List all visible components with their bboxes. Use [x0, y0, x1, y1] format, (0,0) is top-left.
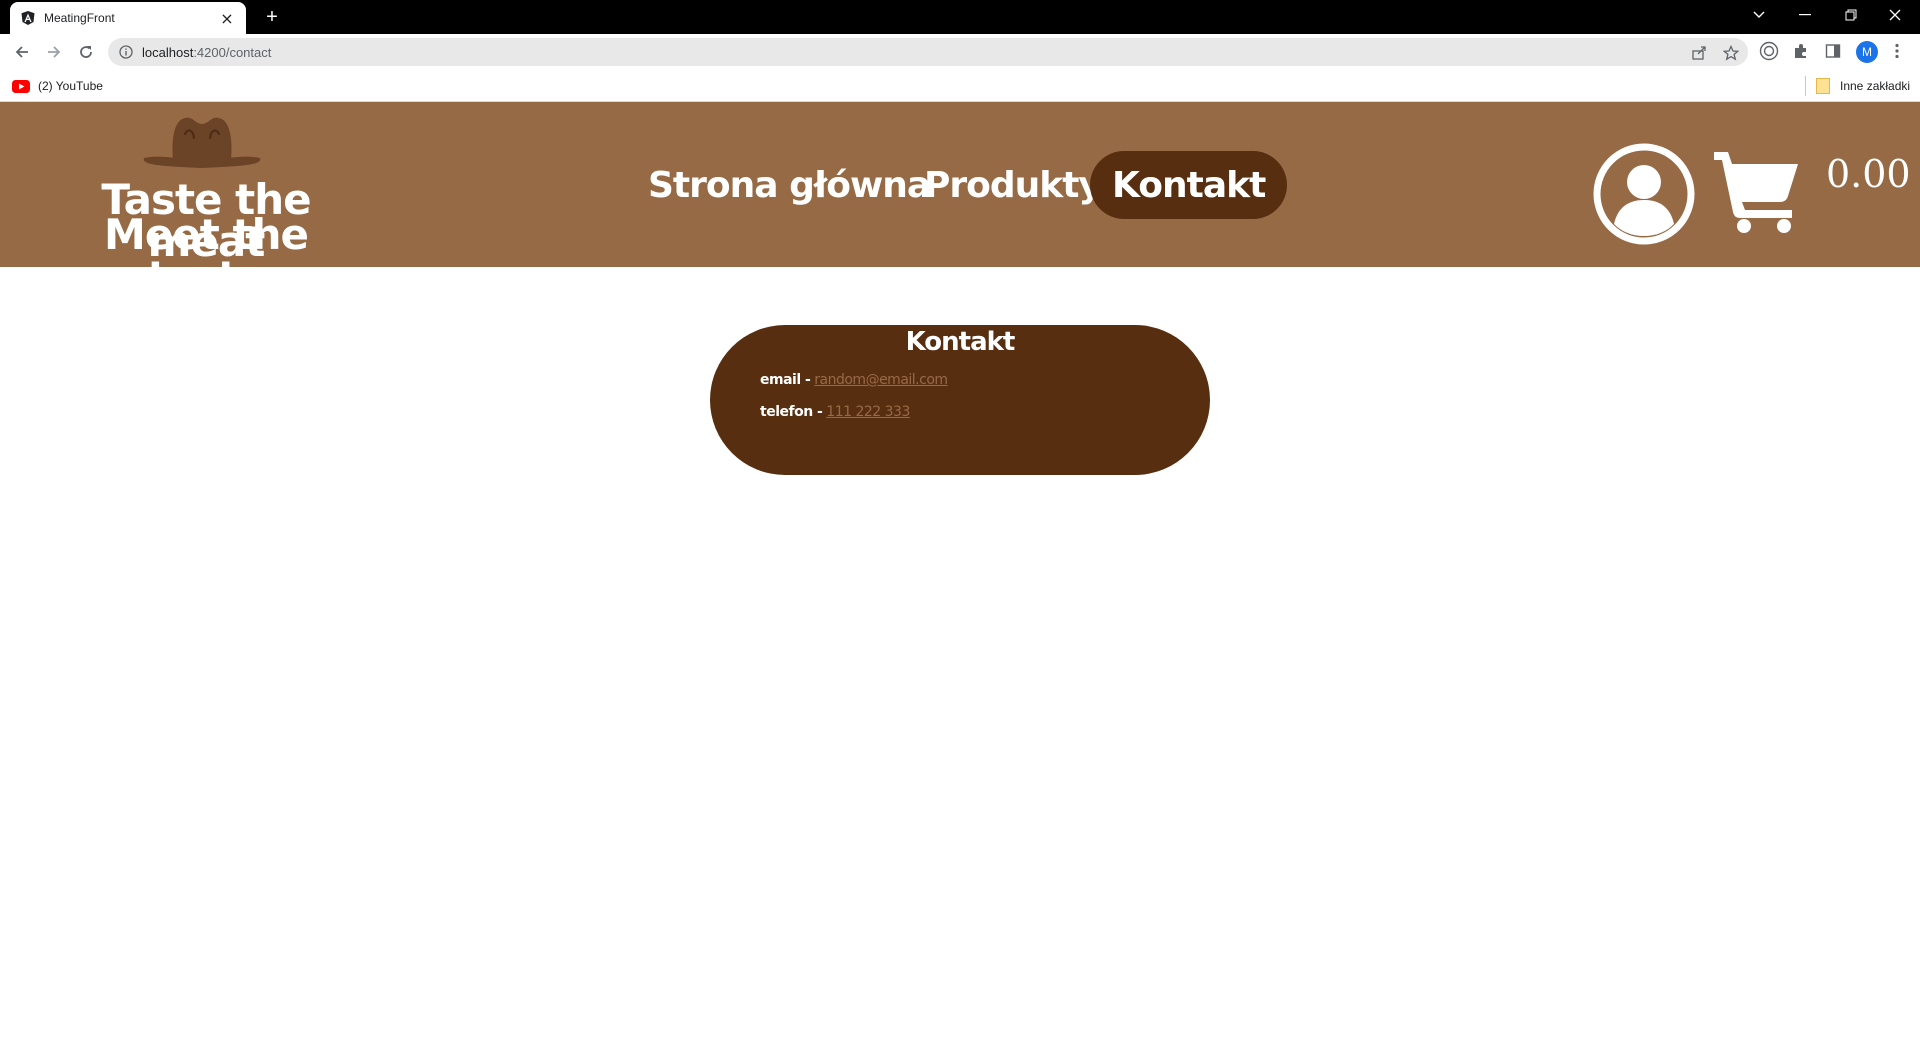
side-panel-icon[interactable]: [1822, 40, 1844, 62]
tab-close-icon[interactable]: ×: [218, 9, 236, 28]
browser-menu-icon[interactable]: [1886, 40, 1908, 62]
reload-icon[interactable]: [72, 38, 100, 66]
bookmarks-bar: (2) YouTube Inne zakładki: [0, 70, 1920, 102]
bookmark-label: Inne zakładki: [1840, 79, 1911, 93]
cowboy-hat-icon: [143, 117, 261, 168]
bookmarks-divider: [1805, 76, 1806, 96]
site-header: Taste the meat Meet the taste Strona głó…: [0, 102, 1920, 298]
address-bar[interactable]: localhost:4200/contact: [108, 38, 1748, 66]
user-account-icon[interactable]: [1592, 142, 1696, 246]
email-label: email -: [760, 372, 811, 388]
browser-tab-strip: MeatingFront × +: [0, 0, 1920, 34]
bookmark-youtube[interactable]: (2) YouTube: [12, 76, 103, 96]
url-path: :4200/contact: [193, 44, 272, 60]
tab-title: MeatingFront: [44, 11, 115, 25]
folder-icon: [1816, 78, 1830, 94]
restore-icon[interactable]: [1830, 0, 1872, 30]
contact-email-row: email - random@email.com: [760, 372, 948, 388]
browser-tab[interactable]: MeatingFront ×: [10, 2, 246, 34]
url-text: localhost:4200/contact: [142, 45, 271, 60]
email-link[interactable]: random@email.com: [814, 372, 948, 388]
back-arrow-icon[interactable]: [8, 38, 36, 66]
phone-label: telefon -: [760, 404, 823, 420]
contact-title: Kontakt: [905, 327, 1016, 357]
shopping-cart-icon[interactable]: [1712, 148, 1802, 234]
bookmark-star-icon[interactable]: [1722, 44, 1740, 62]
minimize-icon[interactable]: [1784, 0, 1826, 30]
contact-card: Kontakt email - random@email.com telefon…: [710, 325, 1210, 475]
close-window-icon[interactable]: [1874, 0, 1916, 30]
url-host: localhost: [142, 44, 194, 60]
phone-link[interactable]: 111 222 333: [826, 404, 910, 420]
extensions-puzzle-icon[interactable]: [1790, 40, 1812, 62]
profile-avatar[interactable]: M: [1856, 41, 1878, 63]
bookmark-label: (2) YouTube: [38, 79, 103, 93]
share-icon[interactable]: [1690, 44, 1708, 62]
site-info-icon[interactable]: [118, 44, 134, 60]
bookmark-other-folder[interactable]: Inne zakładki: [1816, 76, 1910, 96]
tab-search-chevron-icon[interactable]: [1738, 0, 1780, 30]
nav-link-contact[interactable]: Kontakt: [1090, 151, 1288, 219]
contact-phone-row: telefon - 111 222 333: [760, 404, 910, 420]
logo-tagline-line2: Meet the taste: [104, 210, 309, 301]
new-tab-icon[interactable]: +: [260, 5, 284, 29]
angular-favicon-icon: [20, 10, 36, 26]
youtube-icon: [12, 79, 30, 93]
site-logo[interactable]: Taste the meat Meet the taste: [56, 116, 356, 298]
forward-arrow-icon[interactable]: [40, 38, 68, 66]
browser-toolbar: localhost:4200/contact M: [0, 34, 1920, 70]
extension-sync-icon[interactable]: [1758, 40, 1780, 62]
cart-total: 0.00: [1826, 152, 1911, 196]
